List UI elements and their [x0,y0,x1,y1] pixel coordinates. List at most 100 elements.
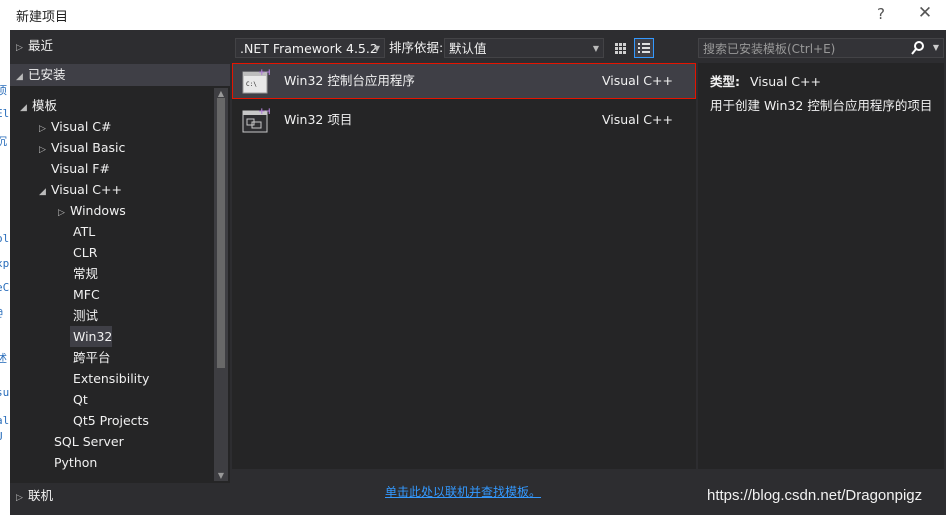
tree-item-mfc[interactable]: MFC [73,284,100,305]
sort-dropdown[interactable]: 默认值 ▼ [444,38,604,58]
tree-item-win32: Win32 [73,326,112,347]
tree-item-qt[interactable]: Qt [73,389,88,410]
tree-item-visual-basic[interactable]: ▷ Visual Basic [39,137,125,158]
tree-scrollbar[interactable]: ▲ ▼ [214,88,228,481]
tree-item-extensibility[interactable]: Extensibility [73,368,149,389]
tree-label: 测试 [73,308,99,323]
tree-label: 常规 [73,266,99,281]
tree-item-python[interactable]: Python [54,452,97,473]
search-icon[interactable] [911,40,925,56]
bg-text: Eli [0,107,10,120]
tree-label: Extensibility [73,371,150,386]
tree-templates[interactable]: ◢ 模板 [20,95,57,116]
template-details-panel: 类型: Visual C++ 用于创建 Win32 控制台应用程序的项目 [698,63,944,469]
tree-installed-row: ◢ 已安装 [16,64,66,85]
tree-label: Qt5 Projects [73,413,149,428]
tree-label: 模板 [32,98,58,113]
title-bar: 新建项目 ? ✕ [10,0,946,30]
bg-text: ol [0,232,10,245]
bg-text: xp [0,257,10,270]
collapse-arrow-icon[interactable]: ◢ [20,98,32,119]
template-name: Win32 控制台应用程序 [284,73,415,88]
tree-label: Qt [73,392,88,407]
close-button[interactable]: ✕ [916,3,934,23]
watermark: https://blog.csdn.net/Dragonpigz [707,487,923,504]
tree-label: Visual C# [51,119,112,134]
grid-view-button[interactable] [610,38,630,58]
bg-text: U [0,430,3,443]
sort-label: 排序依据: [389,40,444,55]
sort-value: 默认值 [449,41,487,56]
help-button[interactable]: ? [872,5,890,23]
tree-label: Visual F# [51,161,110,176]
expand-arrow-icon[interactable]: ▷ [16,488,28,509]
dropdown-arrow-icon: ▼ [592,44,599,53]
template-name: Win32 项目 [284,112,353,127]
win32-project-icon: ++ [242,107,270,133]
tree-label: Visual C++ [51,182,122,197]
bg-text: al [0,414,10,427]
details-type-value: Visual C++ [749,74,821,89]
tree-label: 已安装 [28,67,66,82]
svg-text:++: ++ [258,107,270,117]
window-title: 新建项目 [16,9,69,25]
tree-label: SQL Server [54,434,124,449]
tree-installed[interactable]: ◢ 已安装 [10,64,230,86]
tree-label: CLR [73,245,98,260]
tree-item-clr[interactable]: CLR [73,242,97,263]
tree-item-sql-server[interactable]: SQL Server [54,431,124,452]
scroll-down-icon[interactable]: ▼ [214,471,228,480]
tree-label: MFC [73,287,100,302]
tree-label: Windows [70,203,126,218]
background-window-strip: 项 Eli 沉 ol xp eC @ 述 su al U [0,0,10,515]
template-tree: ◢ 模板 ▷ Visual C# ▷ Visual Basic Visual F# ◢… [10,86,230,483]
console-app-icon: C:\ ++ [242,68,270,94]
tree-item-visual-cpp[interactable]: ◢ Visual C++ [39,179,122,200]
list-view-icon [638,43,650,53]
online-templates-link[interactable]: 单击此处以联机并查找模板。 [385,483,541,500]
bg-text: 项 [0,84,7,97]
tree-item-visual-fsharp[interactable]: Visual F# [39,158,110,179]
bg-text: 述 [0,352,7,365]
tree-recent[interactable]: ▷ 最近 [16,35,53,56]
expand-arrow-icon[interactable]: ▷ [16,38,28,59]
svg-text:C:\: C:\ [246,81,257,88]
search-options-arrow-icon[interactable]: ▼ [933,39,939,57]
svg-text:++: ++ [258,68,270,78]
template-language: Visual C++ [602,73,673,88]
tree-label: 最近 [28,38,54,53]
tree-label: 联机 [28,488,54,503]
scrollbar-thumb[interactable] [217,98,225,368]
new-project-dialog: ▷ 最近 ◢ 已安装 ◢ 模板 ▷ Visual C# ▷ Visual Basic Vi… [10,30,946,515]
template-list: C:\ ++ Win32 控制台应用程序 Visual C++ ++ Win32… [232,63,696,469]
template-item-win32-project[interactable]: ++ Win32 项目 Visual C++ [232,102,696,138]
tree-label: Python [54,455,98,470]
bg-text: eC [0,281,10,294]
list-view-button[interactable] [634,38,654,58]
tree-item-cross-platform[interactable]: 跨平台 [73,347,111,368]
scroll-up-icon[interactable]: ▲ [214,89,228,98]
expand-arrow-icon[interactable]: ▷ [58,203,70,224]
details-description: 用于创建 Win32 控制台应用程序的项目 [710,98,933,113]
collapse-arrow-icon[interactable]: ◢ [39,182,51,203]
tree-item-qt5-projects[interactable]: Qt5 Projects [73,410,149,431]
tree-label: 跨平台 [73,350,111,365]
framework-value: .NET Framework 4.5.2 [240,41,378,56]
grid-view-icon [615,43,626,54]
search-input[interactable] [699,39,915,59]
tree-item-general[interactable]: 常规 [73,263,98,284]
details-type-label: 类型: [710,74,740,89]
collapse-arrow-icon[interactable]: ◢ [16,67,28,88]
template-item-console-app[interactable]: C:\ ++ Win32 控制台应用程序 Visual C++ [232,63,696,99]
tree-item-atl[interactable]: ATL [73,221,95,242]
tree-item-visual-csharp[interactable]: ▷ Visual C# [39,116,112,137]
framework-dropdown[interactable]: .NET Framework 4.5.2 ▼ [235,38,385,58]
tree-online[interactable]: ▷ 联机 [16,485,53,506]
bg-text: su [0,386,10,399]
bg-text: @ [0,306,3,319]
search-box[interactable]: ▼ [698,38,944,59]
tree-item-test[interactable]: 测试 [73,305,98,326]
tree-item-win32-selected[interactable]: Win32 [70,326,112,347]
tree-item-windows[interactable]: ▷ Windows [58,200,126,221]
tree-label: Win32 [73,329,113,344]
